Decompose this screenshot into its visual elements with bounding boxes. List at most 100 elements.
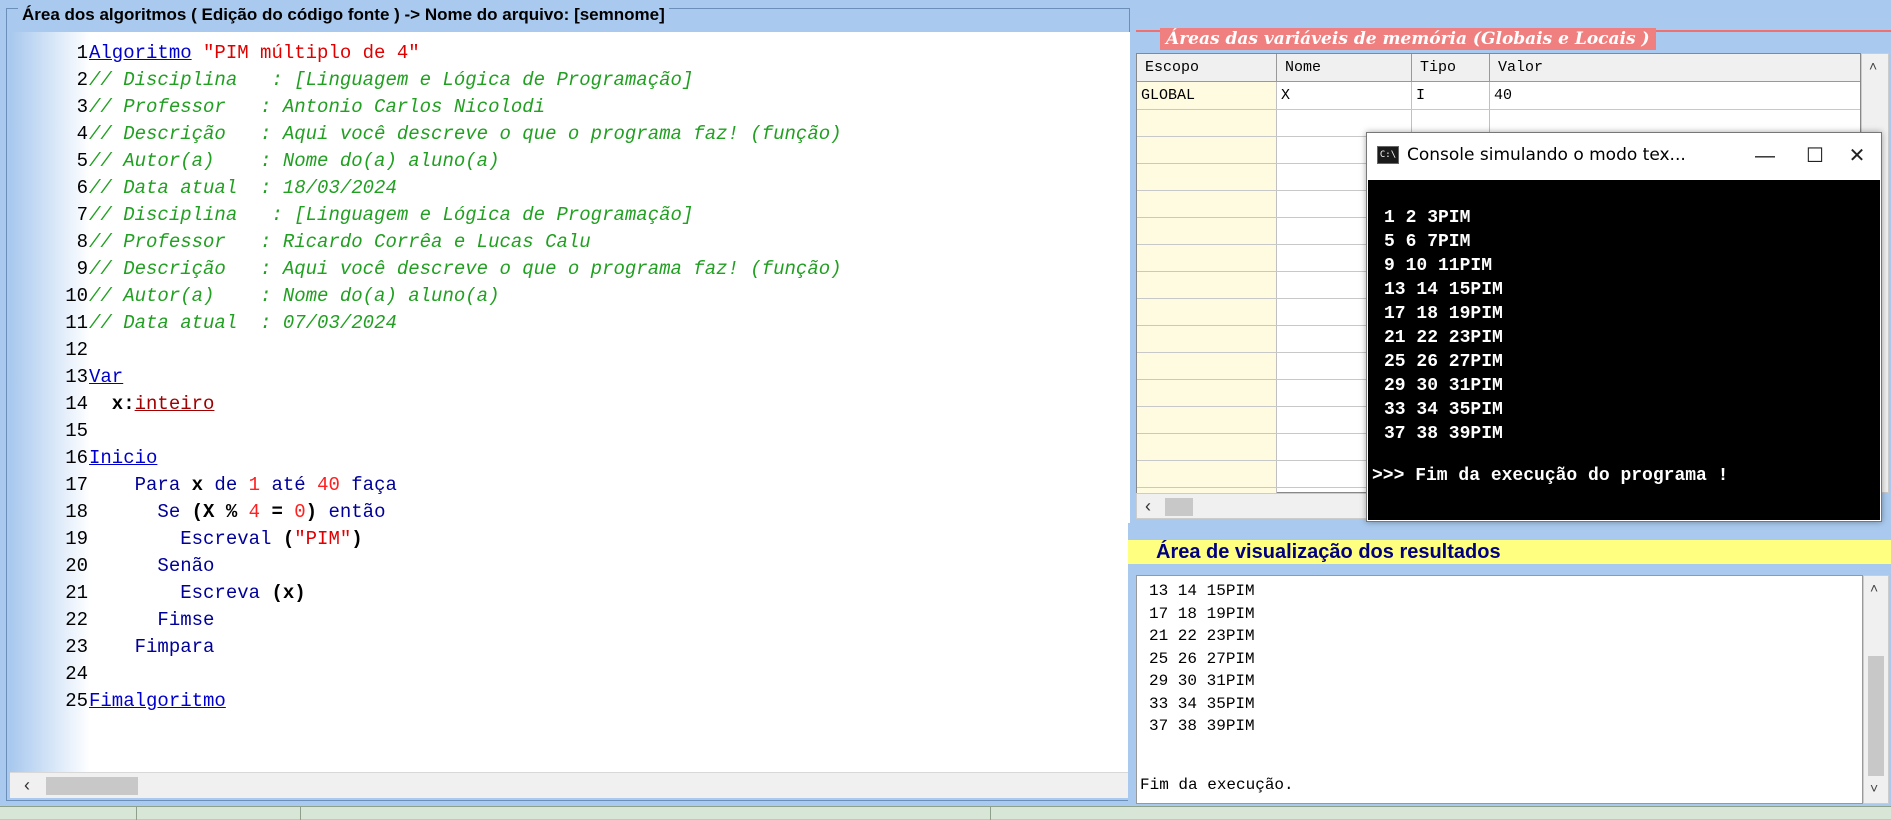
code-line[interactable]: 20 Senão [10,553,1130,580]
line-number: 14 [65,393,88,415]
scroll-down-icon[interactable]: ˅ [1870,780,1878,796]
editor-panel: Área dos algoritmos ( Edição do código f… [0,0,1136,806]
code-token: // Descrição : Aqui você descreve o que … [89,123,842,145]
code-line[interactable]: 14 x:inteiro [10,391,1130,418]
code-line[interactable]: 18 Se (X % 4 = 0) então [10,499,1130,526]
code-token: // Professor : Antonio Carlos Nicolodi [89,96,546,118]
results-panel: Área de visualização dos resultados 13 1… [1128,523,1891,806]
editor-scroll-thumb[interactable] [46,777,138,795]
scroll-left-icon[interactable]: ‹ [24,775,30,796]
code-line[interactable]: 1 Algoritmo "PIM múltiplo de 4" [10,40,1130,67]
code-line[interactable]: 12 [10,337,1130,364]
code-line[interactable]: 9// Descrição : Aqui você descreve o que… [10,256,1130,283]
line-number: 18 [65,501,88,523]
code-editor[interactable]: 1 Algoritmo "PIM múltiplo de 4" 2// Discip… [10,32,1130,772]
column-header-nome[interactable]: Nome [1277,54,1412,82]
code-token: então [317,501,386,523]
line-number: 3 [76,96,88,118]
code-text: // Disciplina : [Linguagem e Lógica de P… [89,67,693,94]
results-output[interactable]: 13 14 15PIM 17 18 19PIM 21 22 23PIM 25 26 2… [1136,575,1863,804]
code-line[interactable]: 3// Professor : Antonio Carlos Nicolodi [10,94,1130,121]
variables-scroll-thumb[interactable] [1165,498,1193,516]
code-line[interactable]: 22 Fimse [10,607,1130,634]
console-lines: 1 2 3PIM 5 6 7PIM 9 10 11PIM 13 14 15PIM 17 … [1368,206,1503,446]
minimize-button[interactable]: — [1745,141,1785,171]
code-token: (x) [271,582,306,604]
column-header-valor[interactable]: Valor [1490,54,1860,82]
console-line: 33 34 35PIM [1384,400,1503,420]
status-separator [136,807,137,820]
code-token: ) [351,528,363,550]
code-line[interactable]: 4// Descrição : Aqui você descreve o que… [10,121,1130,148]
console-output[interactable]: 1 2 3PIM 5 6 7PIM 9 10 11PIM 13 14 15PIM 17 … [1368,180,1880,520]
code-token: // Data atual : 18/03/2024 [89,177,397,199]
line-number: 22 [65,609,88,631]
code-text: Para x de 1 até 40 faça [89,472,397,499]
code-text: Var [89,364,123,391]
editor-title: Área dos algoritmos ( Edição do código f… [18,4,669,26]
code-line[interactable]: 15 [10,418,1130,445]
code-token: // Autor(a) : Nome do(a) aluno(a) [89,150,500,172]
result-line: 25 26 27PIM [1149,649,1255,668]
code-token: Fimpara [89,636,215,658]
code-line[interactable]: 13 Var [10,364,1130,391]
result-line: 33 34 35PIM [1149,694,1255,713]
code-line[interactable]: 2// Disciplina : [Linguagem e Lógica de … [10,67,1130,94]
code-line[interactable]: 10// Autor(a) : Nome do(a) aluno(a) [10,283,1130,310]
scroll-up-icon[interactable]: ˄ [1870,580,1878,596]
line-number: 10 [65,285,88,307]
code-line[interactable]: 17 Para x de 1 até 40 faça [10,472,1130,499]
code-text: x:inteiro [89,391,215,418]
result-line: 13 14 15PIM [1149,582,1255,600]
status-separator [300,807,301,820]
code-line[interactable]: 23 Fimpara [10,634,1130,661]
code-line[interactable]: 5// Autor(a) : Nome do(a) aluno(a) [10,148,1130,175]
console-line: 17 18 19PIM [1384,304,1503,324]
code-token: faça [339,474,397,496]
line-number: 8 [76,231,88,253]
result-line: 37 38 39PIM [1149,717,1255,735]
code-line[interactable]: 19 Escreval ("PIM") [10,526,1130,553]
code-text: Escreva (x) [89,580,306,607]
console-window[interactable]: C:\ Console simulando o modo tex... — ☐ … [1366,132,1882,522]
cell-tipo: I [1416,87,1426,104]
results-scroll-thumb[interactable] [1868,656,1884,776]
code-line[interactable]: 25 Fimalgoritmo [10,688,1130,715]
code-line[interactable]: 8// Professor : Ricardo Corrêa e Lucas C… [10,229,1130,256]
code-text: Algoritmo "PIM múltiplo de 4" [89,40,420,67]
code-text: // Professor : Antonio Carlos Nicolodi [89,94,545,121]
line-number: 1 [76,42,88,64]
console-app-icon: C:\ [1377,146,1399,164]
cell-nome: X [1281,87,1291,104]
close-button[interactable]: ✕ [1837,141,1877,171]
console-line: 29 30 31PIM [1384,376,1503,396]
cell-valor: 40 [1494,87,1513,104]
variables-title: Áreas das variáveis de memória (Globais … [1160,28,1656,50]
console-title: Console simulando o modo tex... [1407,145,1686,165]
code-line[interactable]: 21 Escreva (x) [10,580,1130,607]
code-text: // Data atual : 07/03/2024 [89,310,397,337]
console-titlebar[interactable]: C:\ Console simulando o modo tex... — ☐ … [1367,133,1881,180]
code-line[interactable]: 24 [10,661,1130,688]
column-header-tipo[interactable]: Tipo [1412,54,1490,82]
results-vertical-scrollbar[interactable]: ˄ ˅ [1863,575,1889,804]
code-text: Fimpara [89,634,215,661]
code-line[interactable]: 16 Inicio [10,445,1130,472]
code-token: Var [89,366,124,388]
editor-horizontal-scrollbar[interactable]: ‹ [10,772,1130,798]
scroll-up-icon[interactable]: ˄ [1869,58,1877,74]
line-number: 23 [65,636,88,658]
code-text: // Data atual : 18/03/2024 [89,175,397,202]
code-line[interactable]: 11// Data atual : 07/03/2024 [10,310,1130,337]
code-text: Se (X % 4 = 0) então [89,499,386,526]
code-line[interactable]: 7// Disciplina : [Linguagem e Lógica de … [10,202,1130,229]
code-token: Para [89,474,192,496]
column-header-escopo[interactable]: Escopo [1137,54,1277,82]
code-token: "PIM múltiplo de 4" [203,42,420,64]
line-number: 21 [65,582,88,604]
code-line[interactable]: 6// Data atual : 18/03/2024 [10,175,1130,202]
scroll-left-icon[interactable]: ‹ [1145,496,1151,517]
maximize-button[interactable]: ☐ [1795,141,1835,171]
code-token: Escreva [89,582,272,604]
code-token: // Descrição : Aqui você descreve o que … [89,258,842,280]
